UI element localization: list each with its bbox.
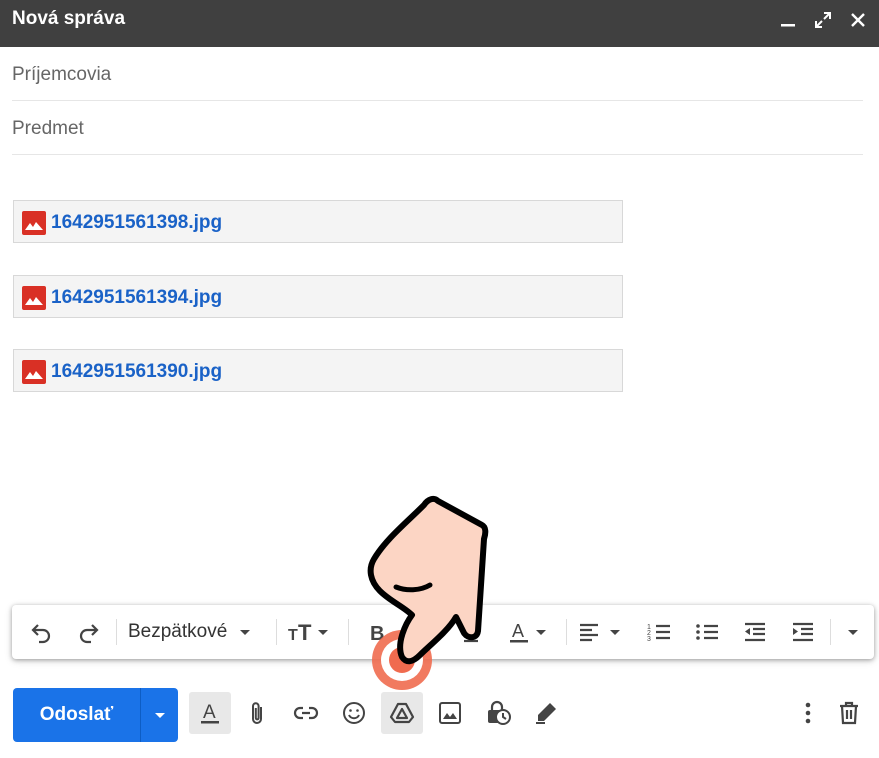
fullscreen-icon[interactable]	[809, 6, 837, 34]
chevron-down-icon	[240, 630, 251, 635]
more-formatting-icon[interactable]	[838, 605, 868, 659]
more-options-icon[interactable]	[787, 692, 829, 734]
svg-text:A: A	[512, 621, 524, 641]
subject-field[interactable]: Predmet	[12, 102, 863, 155]
svg-text:3: 3	[647, 636, 651, 643]
image-file-icon	[22, 360, 46, 384]
align-icon[interactable]	[576, 605, 628, 659]
recipients-field[interactable]: Príjemcovia	[12, 48, 863, 101]
insert-photo-icon[interactable]	[429, 692, 471, 734]
attachment-link[interactable]: 1642951561390.jpg	[51, 361, 222, 383]
numbered-list-icon[interactable]: 123	[642, 605, 676, 659]
italic-icon[interactable]: I	[408, 605, 442, 659]
compose-header: Nová správa	[0, 0, 879, 47]
toolbar-divider	[276, 619, 277, 645]
pointing-hand-icon	[367, 495, 489, 690]
send-button[interactable]: Odoslať	[13, 688, 140, 742]
font-family-select[interactable]: Bezpätkové	[128, 605, 255, 659]
attachment-link[interactable]: 1642951561394.jpg	[51, 287, 222, 309]
minimize-icon[interactable]	[774, 6, 802, 34]
indent-less-icon[interactable]	[738, 605, 772, 659]
discard-icon[interactable]	[828, 692, 870, 734]
svg-text:A: A	[203, 702, 216, 723]
chevron-down-icon	[154, 713, 165, 718]
signature-icon[interactable]	[525, 692, 567, 734]
font-family-label: Bezpätkové	[128, 621, 228, 642]
compose-title: Nová správa	[12, 8, 126, 29]
toolbar-divider	[116, 619, 117, 645]
toolbar-divider	[566, 619, 567, 645]
bulleted-list-icon[interactable]	[690, 605, 724, 659]
svg-text:T: T	[288, 627, 298, 644]
toolbar-divider	[830, 619, 831, 645]
insert-link-icon[interactable]	[285, 692, 327, 734]
formatting-toolbar: Bezpätkové TT B I A 123	[12, 605, 874, 659]
attachment-link[interactable]: 1642951561398.jpg	[51, 212, 222, 234]
formatting-options-icon[interactable]: A	[189, 692, 231, 734]
attachment-chip[interactable]: 1642951561390.jpg	[13, 349, 623, 392]
image-file-icon	[22, 211, 46, 235]
google-drive-icon[interactable]	[381, 692, 423, 734]
emoji-icon[interactable]	[333, 692, 375, 734]
undo-icon[interactable]	[24, 605, 58, 659]
subject-placeholder: Predmet	[12, 118, 84, 139]
send-options-button[interactable]	[141, 688, 178, 742]
redo-icon[interactable]	[72, 605, 106, 659]
attachment-chip[interactable]: 1642951561394.jpg	[13, 275, 623, 318]
svg-text:T: T	[298, 620, 312, 644]
underline-icon[interactable]	[454, 605, 488, 659]
confidential-mode-icon[interactable]	[477, 692, 519, 734]
svg-text:B: B	[370, 623, 384, 644]
indent-more-icon[interactable]	[786, 605, 820, 659]
svg-text:I: I	[420, 623, 429, 644]
attachment-chip[interactable]: 1642951561398.jpg	[13, 200, 623, 243]
send-button-group: Odoslať	[13, 688, 178, 742]
toolbar-divider	[348, 619, 349, 645]
font-size-icon[interactable]: TT	[286, 605, 338, 659]
attach-file-icon[interactable]	[237, 692, 279, 734]
recipients-placeholder: Príjemcovia	[12, 64, 112, 85]
image-file-icon	[22, 286, 46, 310]
bold-icon[interactable]: B	[360, 605, 394, 659]
close-icon[interactable]	[844, 6, 872, 34]
text-color-icon[interactable]: A	[506, 605, 556, 659]
